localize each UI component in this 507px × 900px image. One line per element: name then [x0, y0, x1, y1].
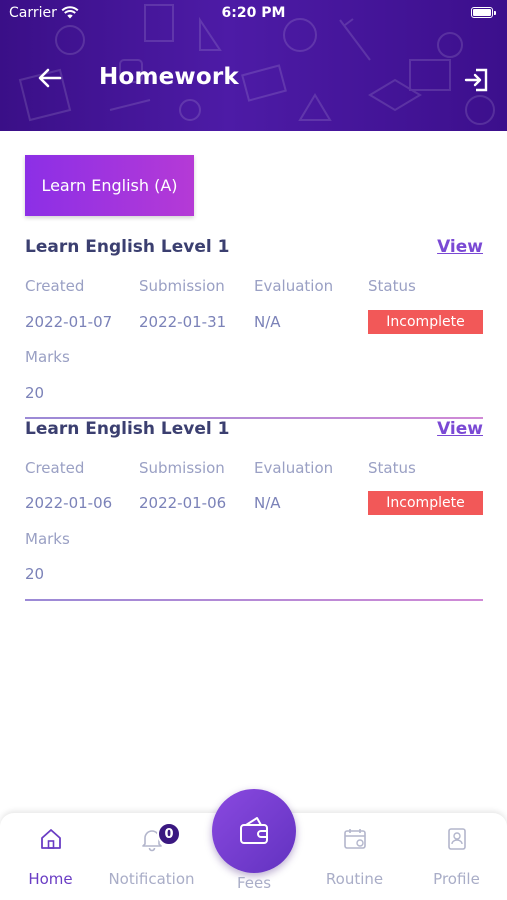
page-title: Homework — [99, 64, 239, 90]
status-label: Status — [368, 459, 416, 477]
homework-item: Learn English Level 1 View Created Submi… — [25, 237, 483, 419]
homework-title: Learn English Level 1 — [25, 237, 230, 257]
evaluation-label: Evaluation — [254, 277, 334, 295]
status-bar: Carrier 6:20 PM — [0, 0, 507, 28]
status-badge: Incomplete — [368, 491, 483, 515]
marks-label: Marks — [25, 348, 70, 366]
fees-button[interactable] — [212, 789, 296, 873]
notification-badge: 0 — [157, 822, 181, 846]
evaluation-value: N/A — [254, 313, 281, 331]
marks-label: Marks — [25, 530, 70, 548]
status-badge: Incomplete — [368, 310, 483, 334]
calendar-icon — [343, 829, 366, 849]
class-chip-button[interactable]: Learn English (A) — [25, 155, 194, 216]
home-icon — [40, 829, 61, 849]
nav-fees-label: Fees — [236, 874, 272, 892]
created-label: Created — [25, 459, 85, 477]
marks-value: 20 — [25, 384, 45, 402]
submission-value: 2022-01-31 — [139, 313, 227, 331]
view-link[interactable]: View — [437, 419, 483, 439]
view-link[interactable]: View — [437, 237, 483, 257]
battery-icon — [471, 7, 496, 18]
nav-home[interactable]: Home — [0, 813, 101, 900]
submission-value: 2022-01-06 — [139, 494, 227, 512]
nav-home-label: Home — [28, 870, 73, 888]
evaluation-value: N/A — [254, 494, 281, 512]
submission-label: Submission — [139, 277, 225, 295]
evaluation-label: Evaluation — [254, 459, 334, 477]
marks-value: 20 — [25, 565, 45, 583]
submission-label: Submission — [139, 459, 225, 477]
homework-item: Learn English Level 1 View Created Submi… — [25, 419, 483, 601]
nav-profile[interactable]: Profile — [406, 813, 507, 900]
created-value: 2022-01-06 — [25, 494, 113, 512]
nav-routine-label: Routine — [325, 870, 384, 888]
divider — [25, 599, 483, 601]
homework-title: Learn English Level 1 — [25, 419, 230, 439]
status-label: Status — [368, 277, 416, 295]
nav-notification[interactable]: 0 Notification — [101, 813, 202, 900]
profile-card-icon — [447, 828, 466, 850]
nav-profile-label: Profile — [433, 870, 480, 888]
nav-notification-label: Notification — [108, 870, 195, 888]
nav-routine[interactable]: Routine — [304, 813, 405, 900]
clock: 6:20 PM — [221, 5, 286, 21]
wallet-icon — [240, 817, 268, 844]
created-value: 2022-01-07 — [25, 313, 113, 331]
logout-icon[interactable] — [462, 65, 492, 95]
app-header: Carrier 6:20 PM Homework — [0, 0, 507, 131]
created-label: Created — [25, 277, 85, 295]
back-arrow-icon[interactable] — [36, 64, 64, 92]
